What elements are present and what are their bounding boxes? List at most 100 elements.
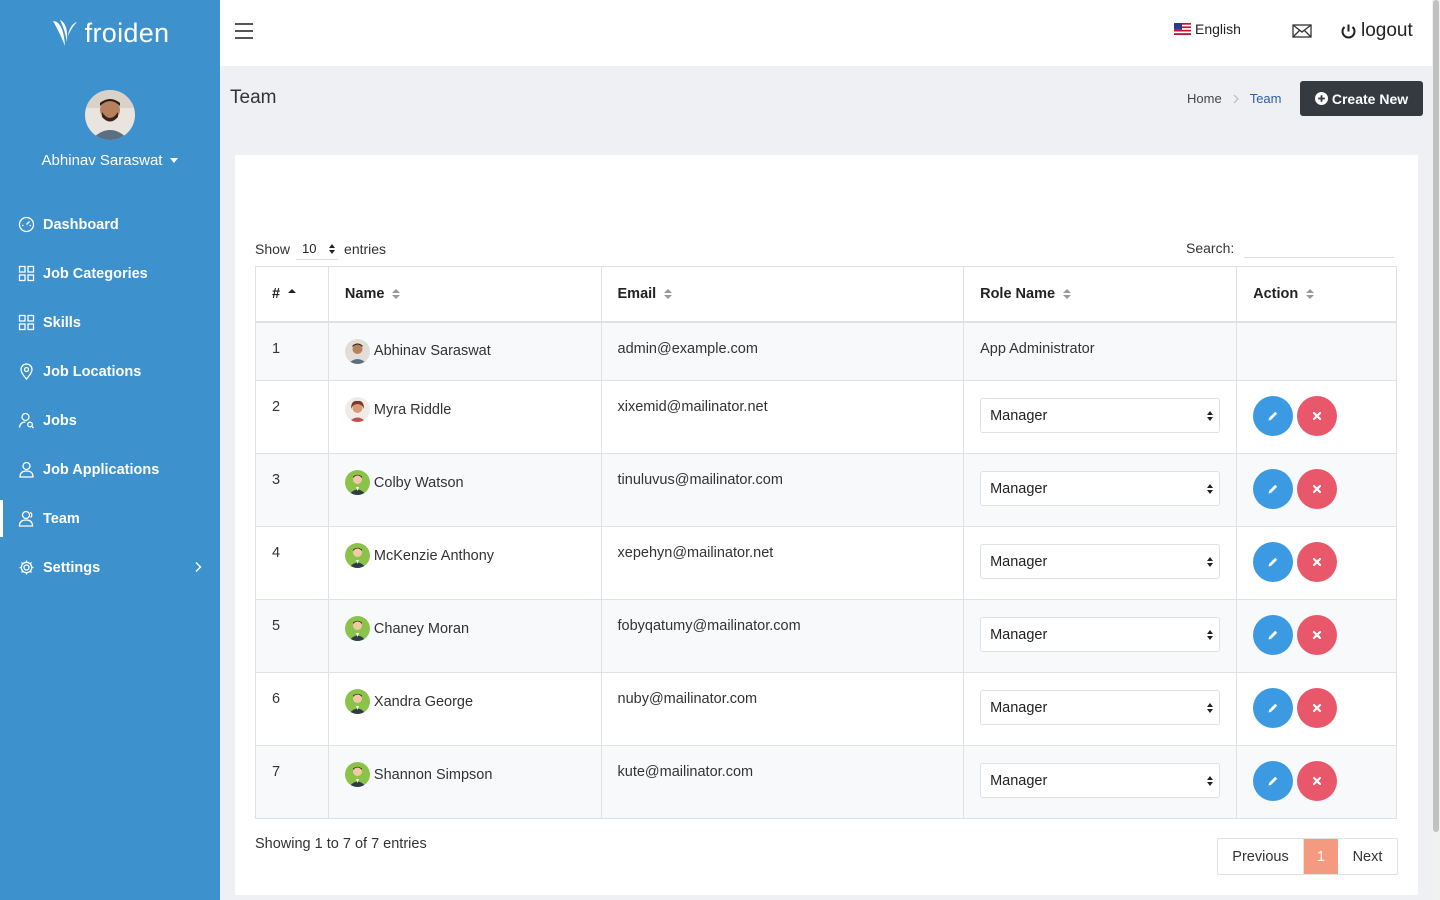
role-select[interactable]: Manager: [980, 398, 1221, 433]
cell-role: Manager: [963, 745, 1238, 819]
column-header-number[interactable]: #: [255, 266, 329, 323]
edit-button[interactable]: [1253, 761, 1294, 801]
user-name: Abhinav Saraswat: [41, 152, 163, 169]
role-select[interactable]: Manager: [980, 617, 1221, 652]
cell-email: fobyqatumy@mailinator.com: [600, 599, 965, 673]
pagination-previous[interactable]: Previous: [1218, 839, 1304, 874]
edit-button[interactable]: [1253, 615, 1294, 655]
brand[interactable]: froiden: [0, 0, 220, 66]
edit-button[interactable]: [1253, 542, 1294, 582]
pagination: Previous 1 Next: [1217, 838, 1398, 875]
user-avatar[interactable]: [85, 90, 135, 140]
user-block: Abhinav Saraswat: [0, 66, 220, 170]
cell-name: Colby Watson: [327, 453, 602, 527]
delete-button[interactable]: [1297, 469, 1338, 509]
member-email: kute@mailinator.com: [617, 764, 754, 780]
column-header-action[interactable]: Action: [1236, 266, 1397, 323]
member-name: Xandra George: [373, 693, 474, 710]
cell-role: Manager: [963, 526, 1238, 600]
role-select[interactable]: Manager: [980, 471, 1221, 506]
cell-action: [1236, 321, 1397, 381]
sidebar-item-label: Jobs: [43, 412, 77, 429]
team-card: Show 10 entries Search: # Name Email Rol…: [235, 155, 1418, 895]
page-title: Team: [230, 87, 277, 108]
delete-button[interactable]: [1297, 396, 1338, 436]
cell-role: App Administrator: [963, 321, 1238, 381]
sidebar-item-label: Job Locations: [43, 363, 142, 380]
cell-name: Xandra George: [327, 672, 602, 746]
create-new-button[interactable]: Create New: [1300, 81, 1423, 116]
delete-button[interactable]: [1297, 761, 1338, 801]
column-header-email[interactable]: Email: [600, 266, 965, 323]
cell-action: [1236, 599, 1397, 673]
cell-number: 2: [255, 380, 329, 454]
brand-name: froiden: [84, 17, 170, 48]
breadcrumb-home[interactable]: Home: [1187, 91, 1222, 106]
pagination-page[interactable]: 1: [1304, 839, 1338, 874]
member-email: nuby@mailinator.com: [617, 691, 758, 707]
sidebar-item-dashboard[interactable]: Dashboard: [0, 200, 220, 249]
search-input[interactable]: [1244, 238, 1395, 258]
user-avatar: [344, 762, 370, 787]
cell-number: 4: [255, 526, 329, 600]
member-email: tinuluvus@mailinator.com: [617, 472, 783, 488]
delete-button[interactable]: [1297, 688, 1338, 728]
page-scrollbar[interactable]: [1432, 0, 1440, 900]
logout-button[interactable]: logout: [1340, 20, 1413, 42]
table-row: 7 Shannon Simpson kute@mailinator.com Manag…: [255, 745, 1397, 819]
user-avatar: [344, 397, 370, 422]
delete-button[interactable]: [1297, 542, 1338, 582]
sidebar-item-jobs[interactable]: Jobs: [0, 396, 220, 445]
select-arrows-icon: [1207, 775, 1214, 786]
sidebar-item-team[interactable]: Team: [0, 494, 220, 543]
sort-asc-icon: [288, 288, 297, 293]
cell-role: Manager: [963, 599, 1238, 673]
cell-action: [1236, 672, 1397, 746]
sidebar-item-job-locations[interactable]: Job Locations: [0, 347, 220, 396]
sidebar-item-settings[interactable]: Settings: [0, 543, 220, 592]
role-value: Manager: [990, 772, 1048, 789]
sidebar-nav: Dashboard Job Categories Skills Job Loca…: [0, 200, 220, 592]
table-row: 3 Colby Watson tinuluvus@mailinator.com Man…: [255, 453, 1397, 527]
sidebar-item-skills[interactable]: Skills: [0, 298, 220, 347]
mail-icon[interactable]: [1292, 23, 1312, 39]
entries-select[interactable]: 10: [296, 238, 339, 260]
member-name: Abhinav Saraswat: [373, 343, 491, 359]
logout-label: logout: [1361, 20, 1413, 41]
member-email: xepehyn@mailinator.net: [617, 545, 774, 561]
cell-number: 3: [255, 453, 329, 527]
pagination-next[interactable]: Next: [1338, 839, 1397, 874]
scrollbar-thumb[interactable]: [1433, 0, 1439, 832]
user-avatar: [344, 689, 370, 714]
edit-button[interactable]: [1253, 396, 1294, 436]
chevron-right-icon: [195, 562, 202, 572]
menu-toggle-icon[interactable]: [235, 23, 253, 39]
sidebar-item-job-categories[interactable]: Job Categories: [0, 249, 220, 298]
table-row: 4 McKenzie Anthony xepehyn@mailinator.net M…: [255, 526, 1397, 600]
language-selector[interactable]: English: [1174, 21, 1241, 37]
select-arrows-icon: [1207, 410, 1214, 421]
role-value: Manager: [990, 699, 1048, 716]
sidebar: froiden Abhinav Saraswat Dashboard Job C…: [0, 0, 220, 900]
table-info: Showing 1 to 7 of 7 entries: [255, 836, 427, 852]
cell-action: [1236, 526, 1397, 600]
plus-circle-icon: [1314, 92, 1328, 105]
select-arrows-icon: [1207, 556, 1214, 567]
topbar: English logout: [220, 0, 1432, 66]
delete-button[interactable]: [1297, 615, 1338, 655]
user-menu-toggle[interactable]: Abhinav Saraswat: [42, 152, 179, 169]
table-row: 2 Myra Riddle xixemid@mailinator.net Manage…: [255, 380, 1397, 454]
role-select[interactable]: Manager: [980, 690, 1221, 725]
cell-number: 1: [255, 321, 329, 381]
role-select[interactable]: Manager: [980, 763, 1221, 798]
sidebar-item-job-applications[interactable]: Job Applications: [0, 445, 220, 494]
edit-button[interactable]: [1253, 688, 1294, 728]
pencil-icon: [1268, 776, 1278, 786]
close-icon: [1312, 776, 1322, 786]
column-header-role[interactable]: Role Name: [963, 266, 1238, 323]
column-header-name[interactable]: Name: [327, 266, 602, 323]
role-select[interactable]: Manager: [980, 544, 1221, 579]
member-name: Myra Riddle: [373, 401, 452, 418]
edit-button[interactable]: [1253, 469, 1294, 509]
role-value: Manager: [990, 626, 1048, 643]
